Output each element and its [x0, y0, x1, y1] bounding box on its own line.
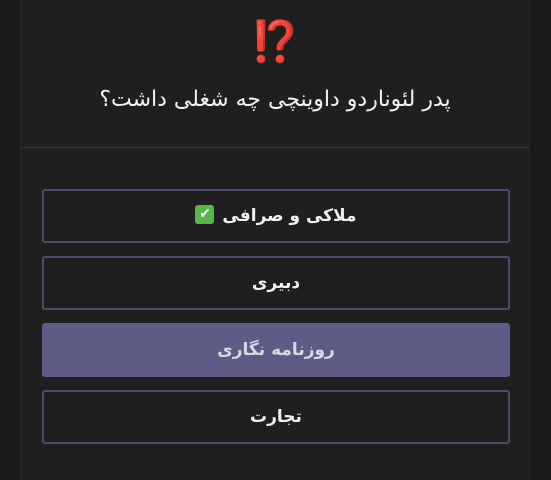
check-mark-icon: ✔ — [195, 204, 215, 224]
answer-option-label: ملاکی و صرافی — [222, 206, 357, 226]
answer-option-3[interactable]: روزنامه نگاری — [42, 323, 510, 377]
answer-option-label: دبیری — [251, 273, 301, 293]
quiz-header: ⁉️ پدر لئوناردو داوینچی چه شغلی داشت؟ — [21, 0, 529, 148]
answer-option-4[interactable]: تجارت — [42, 390, 510, 444]
quiz-card: ⁉️ پدر لئوناردو داوینچی چه شغلی داشت؟ مل… — [20, 0, 530, 480]
answer-option-1[interactable]: ملاکی و صرافی ✔ — [42, 189, 510, 243]
answer-option-label: تجارت — [250, 407, 302, 427]
answer-option-2[interactable]: دبیری — [42, 256, 510, 310]
exclamation-question-icon: ⁉️ — [250, 19, 300, 65]
question-text: پدر لئوناردو داوینچی چه شغلی داشت؟ — [99, 87, 451, 112]
answer-option-label: روزنامه نگاری — [217, 340, 335, 360]
